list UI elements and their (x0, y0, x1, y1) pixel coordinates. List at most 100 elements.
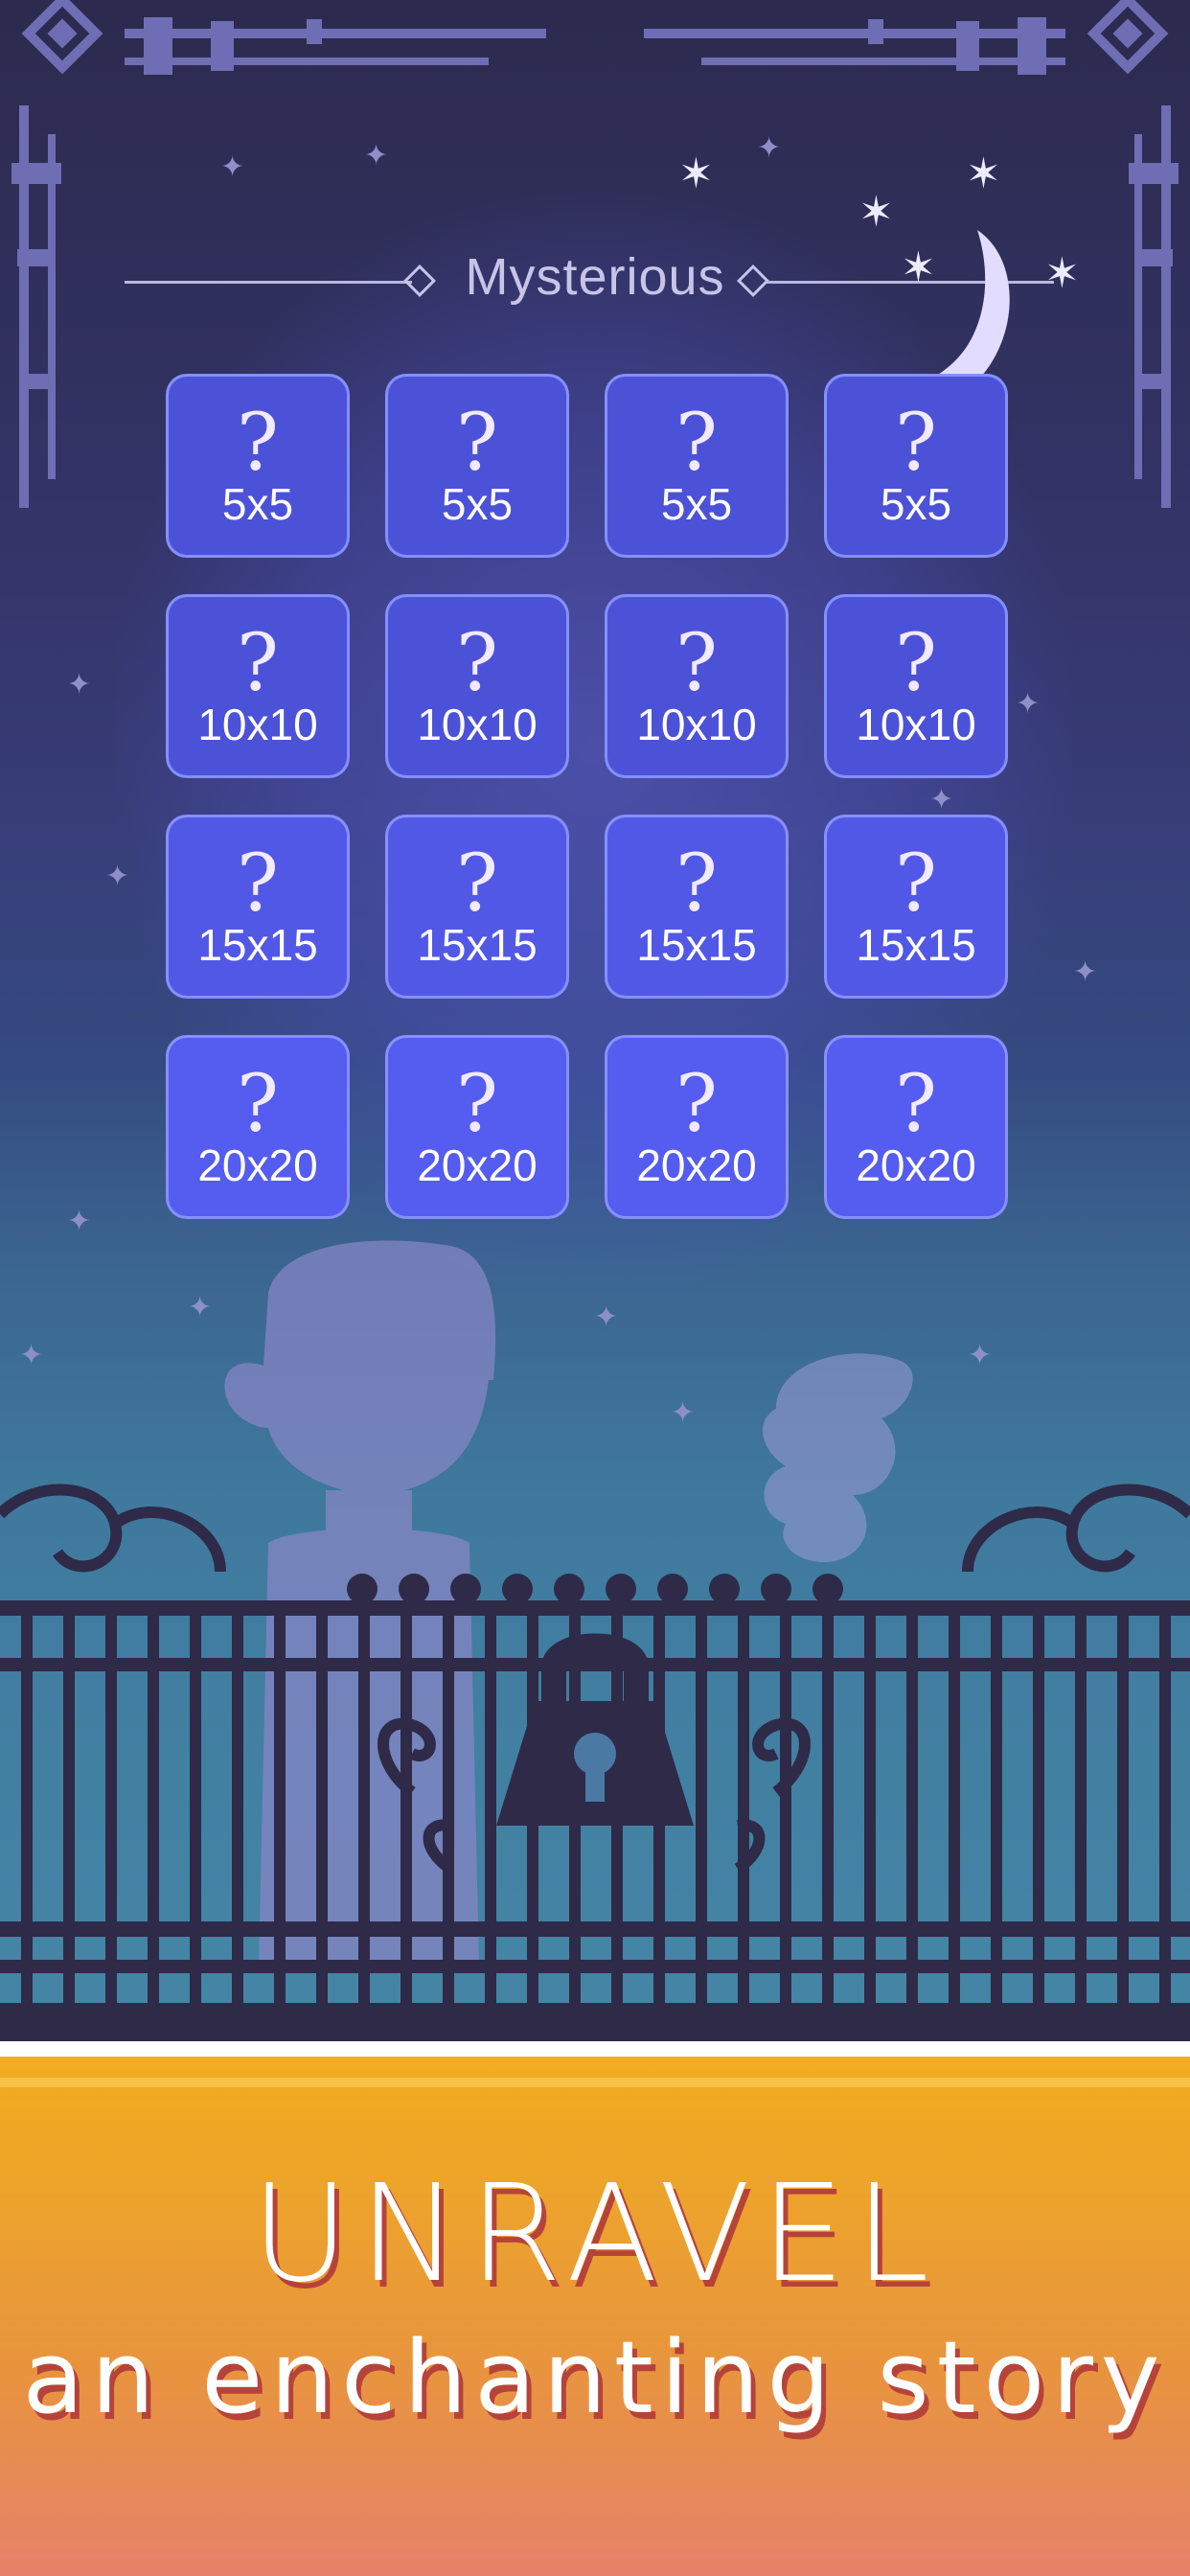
fence-finial (554, 1574, 584, 1604)
tile-size-label: 15x15 (636, 920, 757, 970)
level-tile-10x10[interactable]: ? 10x10 (605, 594, 789, 778)
level-tile-10x10[interactable]: ? 10x10 (166, 594, 350, 778)
tile-size-label: 10x10 (636, 700, 757, 749)
sparkle-icon: ✦ (364, 139, 389, 172)
level-tile-20x20[interactable]: ? 20x20 (385, 1035, 569, 1219)
fence-bar (105, 1600, 117, 2003)
fence-bar (316, 1600, 328, 2003)
tile-size-label: 5x5 (880, 479, 952, 529)
fence-bar (906, 1600, 918, 2003)
tile-size-label: 20x20 (636, 1140, 757, 1190)
question-mark-icon: ? (675, 398, 718, 489)
fence-bar (1075, 1600, 1087, 2003)
level-tile-15x15[interactable]: ? 15x15 (605, 815, 789, 999)
question-mark-icon: ? (237, 839, 279, 930)
fence-finial (709, 1574, 740, 1604)
tile-size-label: 10x10 (197, 700, 318, 749)
fence-bar (443, 1600, 454, 2003)
sparkle-icon: ✦ (1073, 955, 1098, 989)
sparkle-icon: ✦ (594, 1300, 619, 1334)
promo-banner (0, 2057, 1190, 2576)
level-tile-15x15[interactable]: ? 15x15 (824, 815, 1008, 999)
question-mark-icon: ? (895, 839, 937, 930)
question-mark-icon: ? (675, 839, 718, 930)
tile-size-label: 5x5 (221, 479, 294, 529)
tile-size-label: 5x5 (441, 479, 514, 529)
fence-bar (822, 1600, 834, 2003)
fence-finial (450, 1574, 481, 1604)
fence-finial (606, 1574, 636, 1604)
question-mark-icon: ? (456, 618, 498, 709)
question-mark-icon: ? (895, 1059, 937, 1150)
level-tile-10x10[interactable]: ? 10x10 (824, 594, 1008, 778)
fence-bar (63, 1600, 75, 2003)
tile-size-label: 10x10 (417, 700, 538, 749)
headline: UNRAVEL (251, 2156, 939, 2312)
sparkle-icon: ✦ (1016, 687, 1041, 721)
fence-bar (21, 1600, 33, 2003)
tile-size-label: 15x15 (197, 920, 318, 970)
question-mark-icon: ? (237, 398, 279, 489)
level-tile-15x15[interactable]: ? 15x15 (385, 815, 569, 999)
fence-bar (1159, 1600, 1171, 2003)
level-tile-20x20[interactable]: ? 20x20 (824, 1035, 1008, 1219)
level-tile-20x20[interactable]: ? 20x20 (166, 1035, 350, 1219)
question-mark-icon: ? (675, 1059, 718, 1150)
sparkle-icon: ✦ (67, 668, 92, 702)
fence-finial (812, 1574, 843, 1604)
fence-bar (148, 1600, 159, 2003)
divider-band (0, 2041, 1190, 2057)
question-mark-icon: ? (237, 618, 279, 709)
sparkle-icon: ✦ (929, 783, 954, 816)
sparkle-icon: ✦ (671, 1396, 696, 1430)
tile-size-label: 15x15 (856, 920, 976, 970)
question-mark-icon: ? (456, 398, 498, 489)
sparkle-star-icon: ✶ (678, 150, 714, 198)
level-tile-20x20[interactable]: ? 20x20 (605, 1035, 789, 1219)
fence-bar (864, 1600, 876, 2003)
sparkle-icon: ✦ (220, 150, 245, 184)
fence-finial (502, 1574, 533, 1604)
level-tile-5x5[interactable]: ? 5x5 (166, 374, 350, 558)
fence-finial (399, 1574, 429, 1604)
question-mark-icon: ? (456, 1059, 498, 1150)
fence-finial (347, 1574, 378, 1604)
fence-bar (949, 1600, 960, 2003)
fence-bar (991, 1600, 1002, 2003)
tile-size-label: 20x20 (856, 1140, 976, 1190)
level-tile-5x5[interactable]: ? 5x5 (605, 374, 789, 558)
level-tile-5x5[interactable]: ? 5x5 (824, 374, 1008, 558)
fence-bar (738, 1600, 749, 2003)
sparkle-star-icon: ✶ (901, 243, 936, 292)
tile-size-label: 20x20 (197, 1140, 318, 1190)
level-tile-5x5[interactable]: ? 5x5 (385, 374, 569, 558)
sparkle-icon: ✦ (188, 1291, 213, 1324)
fence-bar (400, 1600, 412, 2003)
question-mark-icon: ? (895, 618, 937, 709)
fence-bar (696, 1600, 707, 2003)
sparkle-icon: ✦ (105, 860, 130, 893)
sparkle-icon: ✦ (757, 131, 782, 165)
question-mark-icon: ? (456, 839, 498, 930)
tile-size-label: 15x15 (417, 920, 538, 970)
tile-size-label: 5x5 (660, 479, 733, 529)
fence-bar (232, 1600, 243, 2003)
fence-bar (780, 1600, 791, 2003)
game-scene: Mysterious ✶ ✶ ✶ ✶ ✶ ✦ ✦ ✦ ✦ ✦ ✦ ✦ ✦ ✦ ✦… (0, 0, 1190, 2041)
fence-bar (358, 1600, 370, 2003)
tile-size-label: 10x10 (856, 700, 976, 749)
fence-finial (761, 1574, 791, 1604)
subheadline: an enchanting story (22, 2319, 1168, 2436)
fence-bar (1033, 1600, 1044, 2003)
level-tile-15x15[interactable]: ? 15x15 (166, 815, 350, 999)
question-mark-icon: ? (895, 398, 937, 489)
question-mark-icon: ? (675, 618, 718, 709)
tile-size-label: 20x20 (417, 1140, 538, 1190)
fence-bar (190, 1600, 201, 2003)
sparkle-icon: ✦ (19, 1339, 44, 1372)
fence-bar (274, 1600, 286, 2003)
question-mark-icon: ? (237, 1059, 279, 1150)
level-tile-10x10[interactable]: ? 10x10 (385, 594, 569, 778)
sparkle-icon: ✦ (968, 1339, 993, 1372)
sparkle-star-icon: ✶ (966, 150, 1001, 198)
